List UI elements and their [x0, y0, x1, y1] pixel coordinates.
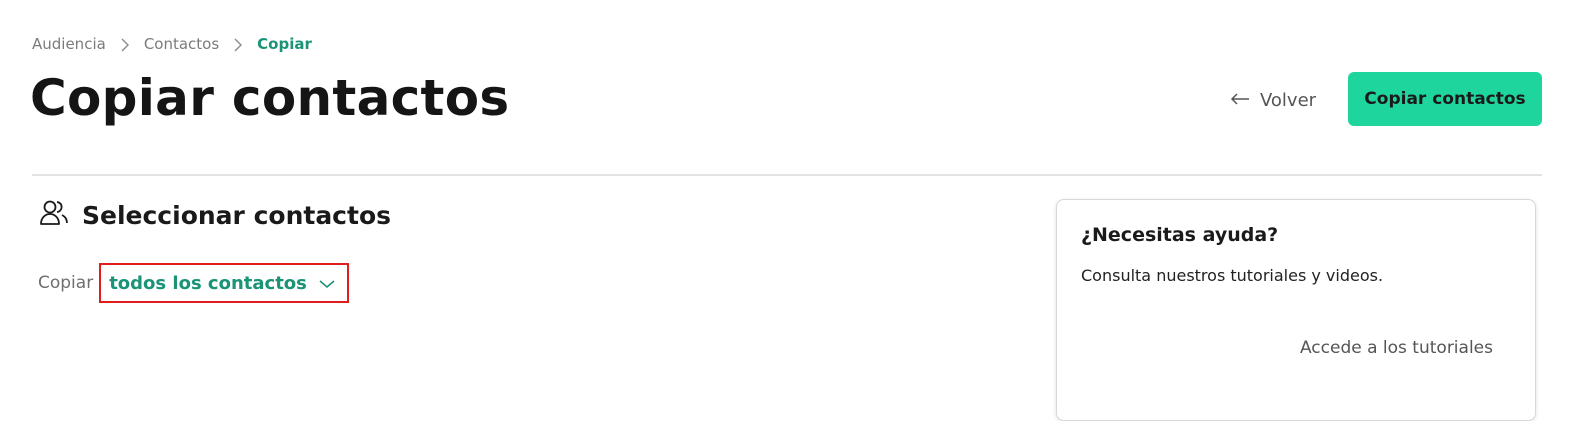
back-button[interactable]: Volver	[1230, 86, 1316, 114]
help-title: ¿Necesitas ayuda?	[1081, 224, 1279, 246]
breadcrumb: Audiencia Contactos Copiar	[32, 33, 312, 55]
back-label: Volver	[1260, 89, 1317, 111]
chevron-right-icon	[219, 35, 257, 53]
breadcrumb-current: Copiar	[257, 35, 312, 53]
arrow-left-icon	[1230, 90, 1250, 111]
copy-contacts-button[interactable]: Copiar contactos	[1348, 72, 1542, 126]
section-header: Seleccionar contactos	[38, 199, 391, 231]
copy-scope-row: Copiar todos los contactos	[38, 262, 349, 304]
breadcrumb-item-contactos[interactable]: Contactos	[144, 35, 219, 53]
breadcrumb-item-audiencia[interactable]: Audiencia	[32, 35, 106, 53]
chevron-right-icon	[106, 35, 144, 53]
users-icon	[38, 197, 70, 233]
copy-label: Copiar	[38, 273, 94, 293]
tutorials-link[interactable]: Accede a los tutoriales	[1300, 338, 1493, 358]
help-text: Consulta nuestros tutoriales y videos.	[1081, 266, 1384, 285]
contact-scope-dropdown[interactable]: todos los contactos	[99, 263, 349, 303]
page-title: Copiar contactos	[30, 69, 510, 127]
contact-scope-value: todos los contactos	[109, 272, 307, 294]
section-title: Seleccionar contactos	[82, 200, 392, 230]
help-card: ¿Necesitas ayuda? Consulta nuestros tuto…	[1056, 199, 1536, 421]
header-divider	[32, 174, 1542, 176]
chevron-down-icon	[319, 273, 335, 294]
